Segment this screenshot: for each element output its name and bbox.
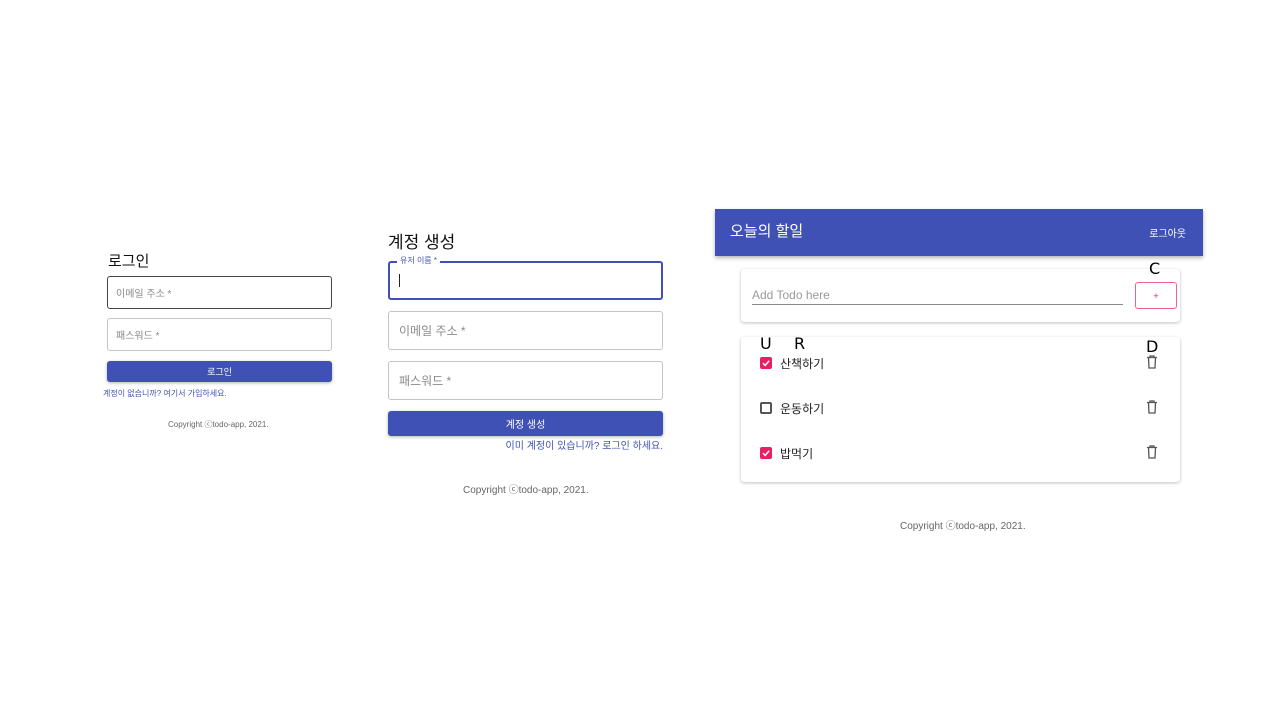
signup-password-placeholder: 패스워드 * (399, 374, 452, 388)
annotation-update: U (760, 334, 772, 353)
add-todo-placeholder: Add Todo here (752, 288, 830, 302)
create-account-button[interactable]: 계정 생성 (388, 411, 663, 436)
annotation-delete: D (1146, 337, 1159, 356)
app-title: 오늘의 할일 (730, 223, 804, 240)
signup-copyright: Copyright ⓒtodo-app, 2021. (463, 485, 589, 496)
add-todo-button[interactable]: + (1135, 282, 1177, 309)
signup-password-field[interactable]: 패스워드 * (388, 361, 663, 400)
signup-email-placeholder: 이메일 주소 * (399, 324, 466, 338)
todo-panel: 오늘의 할일 로그아웃 Add Todo here + 산책하기 운동하기 밥먹… (715, 209, 1203, 534)
check-box-outline-icon[interactable] (760, 402, 772, 414)
add-todo-input[interactable]: Add Todo here (752, 285, 1123, 305)
todo-copyright: Copyright ⓒtodo-app, 2021. (900, 521, 1026, 532)
annotation-create: C (1149, 259, 1161, 278)
todo-list-item: 산책하기 (741, 351, 1180, 377)
todo-item-text[interactable]: 산책하기 (780, 355, 824, 372)
todo-item-text[interactable]: 밥먹기 (780, 445, 813, 462)
add-todo-card: Add Todo here + (741, 269, 1180, 322)
todo-list-item: 운동하기 (741, 396, 1180, 422)
login-title: 로그인 (108, 253, 150, 270)
signup-email-field[interactable]: 이메일 주소 * (388, 311, 663, 350)
login-copyright: Copyright ⓒtodo-app, 2021. (168, 420, 269, 429)
login-panel: 로그인 이메일 주소 * 패스워드 * 로그인 계정이 없습니까? 여기서 가입… (100, 250, 336, 440)
login-link[interactable]: 이미 계정이 있습니까? 로그인 하세요. (506, 437, 663, 452)
logout-button[interactable]: 로그아웃 (1149, 225, 1186, 240)
todo-list-item: 밥먹기 (741, 441, 1180, 467)
signup-username-label: 유저 이름 * (397, 255, 440, 266)
trash-icon[interactable] (1146, 355, 1158, 374)
check-box-icon[interactable] (760, 357, 772, 369)
check-box-icon[interactable] (760, 447, 772, 459)
signup-username-field[interactable]: 유저 이름 * (388, 255, 663, 300)
signup-link[interactable]: 계정이 없습니까? 여기서 가입하세요. (103, 388, 227, 399)
app-bar: 오늘의 할일 로그아웃 (715, 209, 1203, 256)
trash-icon[interactable] (1146, 445, 1158, 464)
todo-list-card: 산책하기 운동하기 밥먹기 (741, 337, 1180, 482)
login-email-field[interactable]: 이메일 주소 * (107, 276, 332, 309)
login-button[interactable]: 로그인 (107, 361, 332, 382)
signup-panel: 계정 생성 유저 이름 * 이메일 주소 * 패스워드 * 계정 생성 이미 계… (385, 225, 667, 496)
login-email-placeholder: 이메일 주소 * (116, 289, 172, 300)
trash-icon[interactable] (1146, 400, 1158, 419)
text-cursor (399, 274, 400, 287)
login-password-field[interactable]: 패스워드 * (107, 318, 332, 351)
login-password-placeholder: 패스워드 * (116, 331, 160, 342)
todo-item-text[interactable]: 운동하기 (780, 400, 824, 417)
signup-title: 계정 생성 (388, 233, 456, 252)
annotation-read: R (794, 334, 806, 353)
